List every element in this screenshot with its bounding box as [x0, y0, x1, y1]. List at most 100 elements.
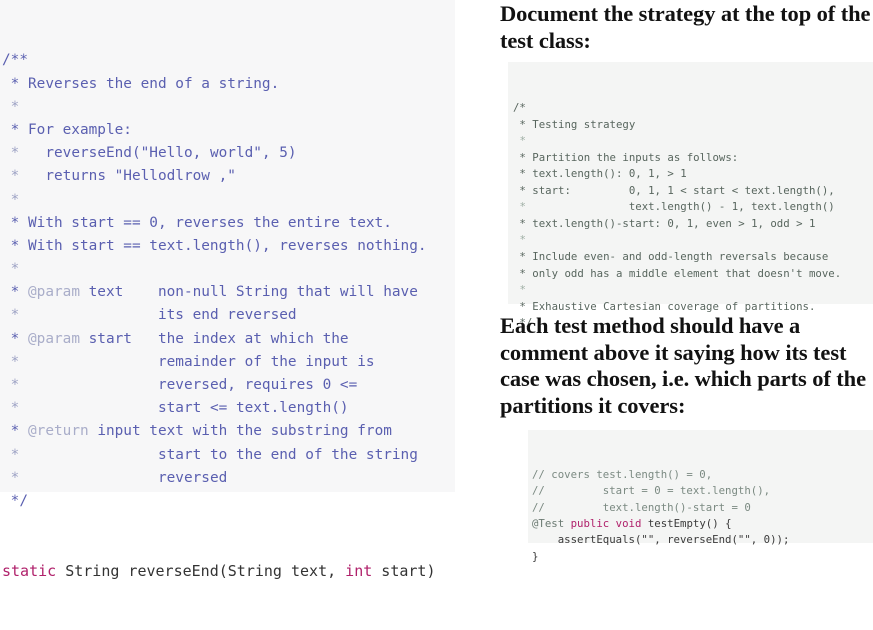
code-token: * — [519, 283, 526, 297]
code-line: * — [513, 282, 873, 299]
code-line: assertEquals("", reverseEnd("", 0)); — [532, 532, 873, 548]
code-token: * Include even- and odd-length reversals… — [513, 250, 829, 264]
spec-code-lines: /** * Reverses the end of a string. * * … — [2, 49, 455, 513]
code-token: // text.length()-start = 0 — [532, 500, 751, 514]
code-token: its end reversed — [19, 307, 297, 324]
code-token: * — [10, 98, 20, 115]
code-token: start <= text.length() — [19, 400, 349, 417]
code-line: * start: 0, 1, 1 < start < text.length()… — [513, 183, 873, 200]
code-line: * @return input text with the substring … — [2, 420, 455, 443]
code-token: * only odd has a middle element that doe… — [513, 266, 842, 280]
code-token: static — [2, 561, 57, 580]
code-line: * — [513, 232, 873, 249]
code-line: * — [2, 96, 455, 119]
code-line: /* — [513, 100, 873, 117]
code-token: @param — [28, 284, 80, 301]
code-token: * For example: — [2, 121, 132, 138]
code-token: start the index at which the — [79, 330, 349, 347]
code-token: * — [10, 191, 20, 208]
code-token: * — [519, 233, 526, 247]
code-line: * @param start the index at which the — [2, 328, 455, 351]
code-token: * With start == text.length(), reverses … — [2, 237, 427, 254]
code-line: * remainder of the input is — [2, 351, 455, 374]
code-token: remainder of the input is — [19, 353, 375, 370]
test-method-code-block: // covers test.length() = 0, // start = 0… — [528, 430, 873, 563]
instructions-column: Document the strategy at the top of the … — [498, 0, 873, 563]
code-line: } — [532, 549, 873, 565]
strategy-code-lines: /* * Testing strategy * * Partition the … — [513, 100, 873, 332]
code-token: */ — [2, 492, 28, 509]
code-line: * With start == 0, reverses the entire t… — [2, 212, 455, 235]
code-token: reversed — [19, 469, 228, 486]
code-token: public — [570, 516, 610, 530]
code-line: * start to the end of the string — [2, 444, 455, 467]
code-line: * For example: — [2, 119, 455, 142]
code-token: * start: 0, 1, 1 < start < text.length()… — [513, 183, 835, 197]
code-line: * its end reversed — [2, 304, 455, 327]
code-token: * — [10, 261, 20, 278]
code-token: start) — [372, 561, 436, 580]
code-token: * Reverses the end of a string. — [2, 75, 280, 92]
code-line: * Partition the inputs as follows: — [513, 150, 873, 167]
code-token: * — [2, 284, 28, 301]
code-line: */ — [2, 490, 455, 513]
code-line: * — [2, 189, 455, 212]
code-token: // covers test.length() = 0, — [532, 467, 713, 481]
code-token: } — [532, 549, 539, 563]
code-token: * — [2, 423, 28, 440]
code-token: int — [345, 561, 373, 580]
code-line: * text.length(): 0, 1, > 1 — [513, 166, 873, 183]
code-line: * — [2, 258, 455, 281]
heading-document-strategy: Document the strategy at the top of the … — [500, 1, 871, 53]
code-token: * — [2, 330, 28, 347]
testing-strategy-code-block: /* * Testing strategy * * Partition the … — [508, 62, 873, 329]
code-line: @Test public void testEmpty() { — [532, 516, 873, 532]
code-token: * With start == 0, reverses the entire t… — [2, 214, 392, 231]
code-line: * returns "Hellodlrow ," — [2, 165, 455, 188]
code-token: text non-null String that will have — [79, 284, 418, 301]
code-token: input text with the substring from — [88, 423, 392, 440]
code-line: * Reverses the end of a string. — [2, 73, 455, 96]
code-line: * start <= text.length() — [2, 397, 455, 420]
code-token: testEmpty() { — [641, 516, 732, 530]
code-line: * only odd has a middle element that doe… — [513, 266, 873, 283]
code-token: * text.length(): 0, 1, > 1 — [513, 167, 687, 181]
screenshot-root: /** * Reverses the end of a string. * * … — [0, 0, 873, 580]
code-token: // start = 0 = text.length(), — [532, 484, 771, 498]
code-line: * text.length()-start: 0, 1, even > 1, o… — [513, 216, 873, 233]
code-token: @param — [28, 330, 80, 347]
code-token: @return — [28, 423, 89, 440]
code-line: * — [513, 133, 873, 150]
code-line: // start = 0 = text.length(), — [532, 483, 873, 499]
spec-method-signature: static String reverseEnd(String text, in… — [2, 560, 455, 584]
code-line: * text.length() - 1, text.length() — [513, 199, 873, 216]
code-line: * With start == text.length(), reverses … — [2, 235, 455, 258]
code-token: String reverseEnd(String text, — [56, 561, 346, 580]
code-token: reverseEnd("Hello, world", 5) — [19, 145, 297, 162]
code-token: /* — [513, 101, 526, 115]
code-token: * — [519, 134, 526, 148]
code-token: start to the end of the string — [19, 446, 418, 463]
code-line: * @param text non-null String that will … — [2, 281, 455, 304]
code-token: text.length() - 1, text.length() — [525, 200, 835, 214]
code-line: * reversed, requires 0 <= — [2, 374, 455, 397]
code-line: * Include even- and odd-length reversals… — [513, 249, 873, 266]
code-token: * Exhaustive Cartesian coverage of parti… — [513, 299, 816, 313]
code-token: @Test — [532, 516, 565, 530]
code-token: void — [615, 516, 642, 530]
code-line: /** — [2, 49, 455, 72]
code-token: * text.length()-start: 0, 1, even > 1, o… — [513, 216, 816, 230]
code-line: * reverseEnd("Hello, world", 5) — [2, 142, 455, 165]
code-token: * Testing strategy — [513, 117, 636, 131]
